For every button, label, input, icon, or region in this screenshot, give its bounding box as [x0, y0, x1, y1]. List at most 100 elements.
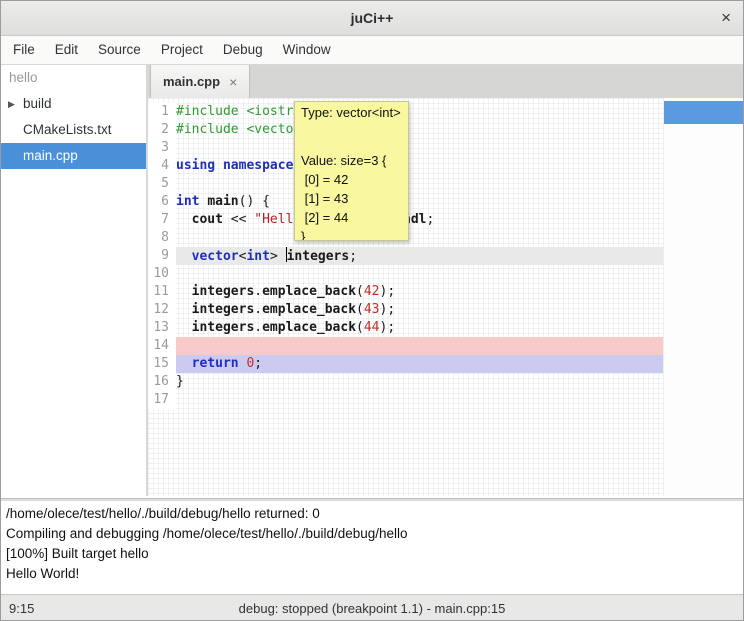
- line-number[interactable]: 6: [148, 193, 176, 211]
- code-line-14[interactable]: 14: [148, 337, 663, 355]
- code-token: [176, 284, 192, 299]
- code-line-15[interactable]: 15 return 0;: [148, 355, 663, 373]
- code-token: integers: [192, 302, 255, 317]
- code-token: >: [270, 249, 286, 264]
- tree-item-main.cpp[interactable]: main.cpp: [1, 143, 146, 169]
- terminal-line: /home/olece/test/hello/./build/debug/hel…: [6, 504, 738, 524]
- line-number[interactable]: 12: [148, 301, 176, 319]
- code-line-content: [176, 391, 663, 409]
- code-line-content: integers.emplace_back(44);: [176, 319, 663, 337]
- menu-debug[interactable]: Debug: [213, 36, 273, 64]
- terminal-output[interactable]: /home/olece/test/hello/./build/debug/hel…: [1, 501, 743, 594]
- code-line-9[interactable]: 9 vector<int> integers;: [148, 247, 663, 265]
- tab-close-icon[interactable]: ×: [229, 74, 237, 90]
- code-token: [176, 249, 192, 264]
- code-line-12[interactable]: 12 integers.emplace_back(43);: [148, 301, 663, 319]
- window-title: juCi++: [1, 1, 743, 35]
- file-browser-panel: hello ▶buildCMakeLists.txtmain.cpp: [1, 65, 146, 496]
- code-token: }: [176, 374, 184, 389]
- debug-value-tooltip: Type: vector<int> Value: size=3 { [0] = …: [294, 101, 409, 241]
- code-line-content: integers.emplace_back(43);: [176, 301, 663, 319]
- line-number[interactable]: 7: [148, 211, 176, 229]
- tree-item-CMakeLists.txt[interactable]: CMakeLists.txt: [1, 117, 146, 143]
- code-line-content: [176, 229, 663, 247]
- tabbar: main.cpp ×: [148, 65, 743, 98]
- code-token: <<: [223, 212, 254, 227]
- menu-project[interactable]: Project: [151, 36, 213, 64]
- code-line-13[interactable]: 13 integers.emplace_back(44);: [148, 319, 663, 337]
- code-line-11[interactable]: 11 integers.emplace_back(42);: [148, 283, 663, 301]
- code-line-content: [176, 337, 663, 355]
- line-number[interactable]: 9: [148, 247, 176, 265]
- line-number[interactable]: 2: [148, 121, 176, 139]
- code-line-content: vector<int> integers;: [176, 247, 663, 265]
- line-number[interactable]: 17: [148, 391, 176, 409]
- code-token: #include <vector>: [176, 122, 309, 137]
- code-token: integers: [192, 320, 255, 335]
- code-token: [176, 212, 192, 227]
- code-line-16[interactable]: 16}: [148, 373, 663, 391]
- tab-label: main.cpp: [163, 74, 220, 89]
- code-line-content: return 0;: [176, 355, 663, 373]
- editor-panel: main.cpp× 1#include <iostream>2#include …: [148, 65, 743, 496]
- scrollbar-thumb[interactable]: [664, 101, 743, 124]
- code-token: [176, 356, 192, 371]
- tooltip-value-line: [2] = 44: [301, 208, 402, 227]
- scrollbar-track[interactable]: [663, 98, 743, 496]
- menubar: FileEditSourceProjectDebugWindow: [1, 36, 743, 65]
- code-token: (: [356, 320, 364, 335]
- code-token: vector: [192, 249, 239, 264]
- code-line-10[interactable]: 10: [148, 265, 663, 283]
- code-token: );: [380, 284, 396, 299]
- code-token: cout: [192, 212, 223, 227]
- code-token: 43: [364, 302, 380, 317]
- code-line-content: [176, 175, 663, 193]
- menu-source[interactable]: Source: [88, 36, 151, 64]
- line-number[interactable]: 16: [148, 373, 176, 391]
- code-token: );: [380, 302, 396, 317]
- tooltip-value-block: Value: size=3 { [0] = 42 [1] = 43 [2] = …: [301, 151, 402, 241]
- code-token: [176, 320, 192, 335]
- code-line-17[interactable]: 17: [148, 391, 663, 409]
- code-token: .: [254, 284, 262, 299]
- terminal-line: Compiling and debugging /home/olece/test…: [6, 524, 738, 544]
- line-number[interactable]: 14: [148, 337, 176, 355]
- tree-item-label: main.cpp: [23, 148, 78, 163]
- code-token: (: [356, 302, 364, 317]
- menu-edit[interactable]: Edit: [45, 36, 88, 64]
- code-line-content: int main() {: [176, 193, 663, 211]
- expander-icon[interactable]: ▶: [8, 91, 15, 117]
- code-token: int: [176, 194, 199, 209]
- statusbar: 9:15 debug: stopped (breakpoint 1.1) - m…: [1, 594, 743, 621]
- code-token: int: [246, 249, 269, 264]
- line-number[interactable]: 15: [148, 355, 176, 373]
- line-number[interactable]: 3: [148, 139, 176, 157]
- line-number[interactable]: 1: [148, 103, 176, 121]
- code-token: integers: [192, 284, 255, 299]
- code-line-content: }: [176, 373, 663, 391]
- menu-window[interactable]: Window: [273, 36, 341, 64]
- code-token: ;: [254, 356, 262, 371]
- code-token: emplace_back: [262, 302, 356, 317]
- line-number[interactable]: 11: [148, 283, 176, 301]
- code-token: return: [192, 356, 239, 371]
- terminal-line: Hello World!: [6, 564, 738, 584]
- code-token: .: [254, 302, 262, 317]
- line-number[interactable]: 8: [148, 229, 176, 247]
- tooltip-value-line: }: [301, 227, 402, 241]
- code-token: emplace_back: [262, 320, 356, 335]
- tree-item-label: CMakeLists.txt: [23, 122, 112, 137]
- line-number[interactable]: 13: [148, 319, 176, 337]
- line-number[interactable]: 10: [148, 265, 176, 283]
- menu-file[interactable]: File: [3, 36, 45, 64]
- window-close-icon[interactable]: ×: [721, 1, 731, 35]
- tree-item-build[interactable]: ▶build: [1, 91, 146, 117]
- tab-main.cpp[interactable]: main.cpp ×: [150, 65, 250, 98]
- line-number[interactable]: 5: [148, 175, 176, 193]
- code-line-content: integers.emplace_back(42);: [176, 283, 663, 301]
- app-window: juCi++ × FileEditSourceProjectDebugWindo…: [0, 0, 744, 621]
- code-token: );: [380, 320, 396, 335]
- line-number[interactable]: 4: [148, 157, 176, 175]
- titlebar: juCi++ ×: [1, 1, 743, 36]
- code-token: emplace_back: [262, 284, 356, 299]
